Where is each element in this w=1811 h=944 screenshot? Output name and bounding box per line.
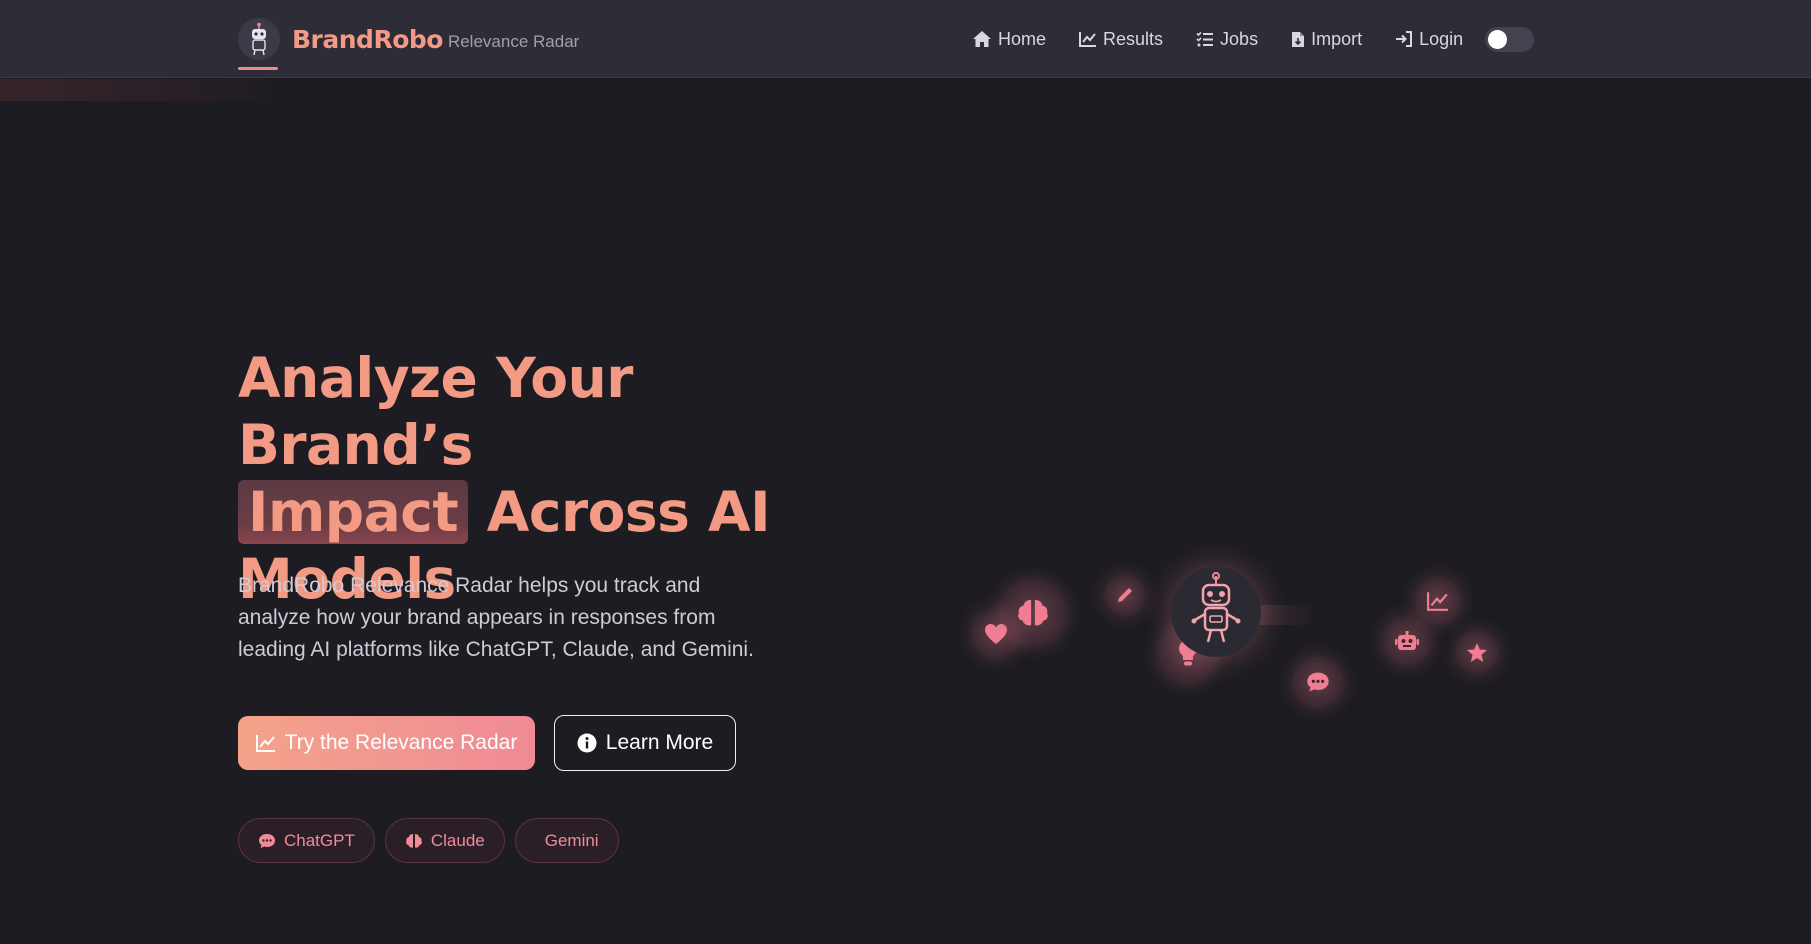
brand-name: BrandRobo [292,24,443,54]
chip-label: Claude [430,830,485,850]
toggle-knob [1488,30,1507,49]
try-relevance-radar-button[interactable]: Try the Relevance Radar [238,716,535,770]
nav-item-import[interactable]: Import [1291,29,1362,50]
platform-chips: ChatGPT Claude Gemini [238,818,629,863]
chart-line-icon [1427,592,1448,611]
chip-label: Gemini [544,830,599,850]
nav-item-login[interactable]: Login [1395,29,1463,50]
hero-title-line1: Analyze Your Brand’s [238,346,633,477]
learn-more-button[interactable]: Learn More [554,715,736,771]
home-icon [973,31,991,47]
theme-toggle[interactable] [1485,27,1534,52]
nav-item-home[interactable]: Home [972,29,1046,50]
hero-title-line2: Across AI [468,480,771,544]
chart-bubble [1415,578,1461,624]
sign-in-icon [1396,31,1413,47]
chart-line-icon [1079,32,1097,47]
star-bubble [1456,631,1498,673]
chip-claude[interactable]: Claude [384,818,505,863]
comment-dots-icon [259,833,275,848]
info-circle-icon [577,733,597,753]
nav-item-label: Import [1311,28,1363,49]
comment-bubble [1293,657,1343,707]
nav-item-results[interactable]: Results [1079,29,1163,50]
hero-title-highlight: Impact [238,480,469,544]
pen-icon [1118,588,1132,602]
nav-item-label: Login [1419,28,1464,49]
star-icon [1467,642,1487,662]
robot-avatar [1171,567,1261,657]
hero-description: BrandRobo Relevance Radar helps you trac… [238,574,754,661]
nav-links: Home Results Jobs Import Login [972,27,1496,51]
chip-chatgpt[interactable]: ChatGPT [238,818,375,863]
brain-icon [405,833,422,848]
robot-bubble [1383,617,1431,665]
chip-gemini[interactable]: Gemini [514,818,619,863]
file-import-icon [1292,31,1305,47]
brand-active-indicator [238,67,278,70]
nav-item-label: Jobs [1220,28,1259,49]
nav-item-jobs[interactable]: Jobs [1196,29,1258,50]
try-relevance-radar-label: Try the Relevance Radar [284,731,518,754]
brand-subtitle: Relevance Radar [447,31,580,51]
list-check-icon [1196,31,1214,47]
navbar: BrandRobo Relevance Radar Home Results J… [0,0,1811,78]
brain-icon [1018,599,1048,626]
robot-icon [1191,572,1241,643]
nav-item-label: Results [1103,28,1164,49]
comment-dots-icon [1307,672,1329,692]
chip-label: ChatGPT [284,830,355,850]
learn-more-label: Learn More [605,731,714,754]
brand-logo-link[interactable]: BrandRobo Relevance Radar [238,17,580,70]
robot-icon [238,18,280,60]
chart-line-icon [255,735,275,752]
nav-item-label: Home [998,28,1047,49]
hero-illustration [960,555,1520,715]
progress-strip [0,79,280,101]
pen-bubble [1105,575,1145,615]
brain-bubble [1000,580,1066,646]
robot-icon [1395,631,1419,650]
